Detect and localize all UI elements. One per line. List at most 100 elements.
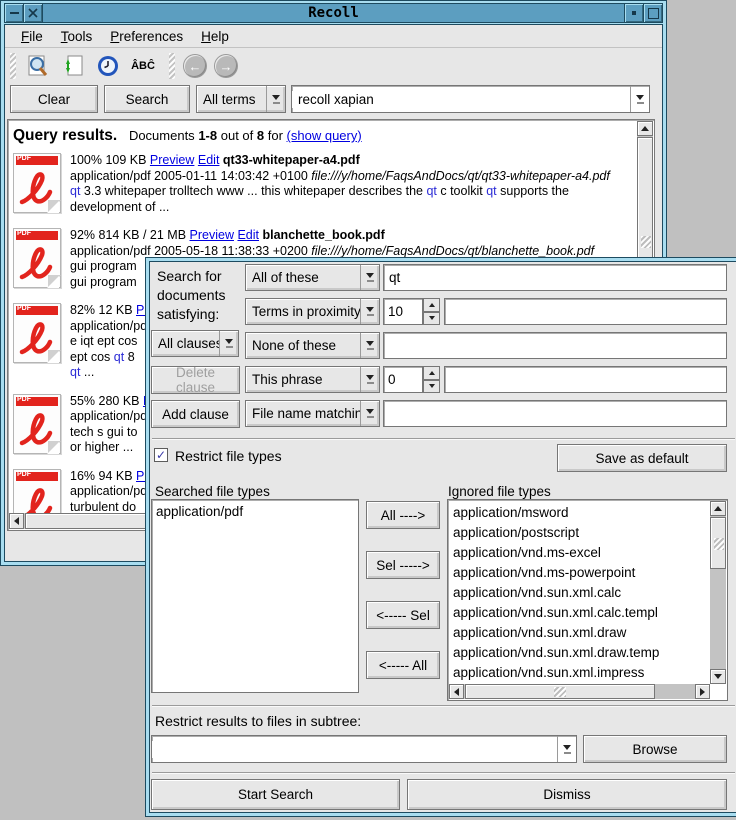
clause-value-4[interactable] [444, 366, 727, 393]
clause-value-2[interactable] [444, 298, 727, 325]
scroll-up-button[interactable] [710, 501, 726, 516]
restrict-filetypes-label[interactable]: Restrict file types [175, 448, 282, 464]
result-link[interactable]: Edit [198, 153, 220, 167]
ignored-filetypes-list[interactable]: application/mswordapplication/postscript… [447, 499, 728, 701]
ignored-hscrollbar[interactable] [449, 684, 710, 699]
clause-value-1[interactable] [383, 264, 727, 291]
page-fold [48, 350, 61, 363]
menu-bar: File Tools Preferences Help [5, 25, 662, 48]
spin-up-icon[interactable] [423, 298, 440, 312]
advanced-search-icon[interactable] [25, 53, 51, 79]
result-text: file:///y/home/FaqsAndDocs/qt/blanchette… [311, 244, 594, 258]
pdf-file-icon: PDF [13, 153, 61, 213]
searched-filetypes-list[interactable]: application/pdf [151, 499, 359, 693]
pdf-file-icon: PDF [13, 469, 61, 514]
clause-type-combo-1[interactable]: All of these [245, 264, 380, 291]
menu-file[interactable]: File [13, 27, 51, 46]
history-clock-icon[interactable] [95, 53, 121, 79]
list-item[interactable]: application/vnd.sun.xml.impress [449, 663, 710, 683]
separator [152, 772, 735, 774]
clause-type-combo-3[interactable]: None of these [245, 332, 380, 359]
chevron-down-icon [219, 331, 238, 356]
move-sel-left-button[interactable]: <----- Sel [366, 601, 440, 629]
clause-type-combo-4[interactable]: This phrase [245, 366, 380, 393]
ignored-filetypes-label: Ignored file types [448, 484, 551, 499]
move-all-right-button[interactable]: All ----> [366, 501, 440, 529]
list-item[interactable]: application/postscript [449, 523, 710, 543]
results-title: Query results. [13, 127, 117, 144]
clear-button[interactable]: Clear [10, 85, 98, 113]
move-all-left-button[interactable]: <----- All [366, 651, 440, 679]
proximity-spinner[interactable] [383, 298, 440, 325]
result-text-block: 100% 109 KB Preview Edit qt33-whitepaper… [70, 153, 610, 215]
save-as-default-button[interactable]: Save as default [557, 444, 727, 472]
add-clause-button[interactable]: Add clause [151, 400, 240, 428]
results-range: 1-8 [198, 128, 217, 143]
list-item[interactable]: application/pdf [152, 502, 358, 522]
clause-value-5[interactable] [383, 400, 727, 427]
chevron-down-icon [360, 265, 379, 290]
main-titlebar[interactable]: Recoll [4, 3, 663, 23]
restrict-filetypes-checkbox[interactable]: ✓ [154, 448, 168, 462]
window-menu-button[interactable] [5, 4, 24, 22]
result-text: qt [70, 365, 80, 379]
result-text: qt [70, 184, 80, 198]
ignored-vscrollbar[interactable] [710, 501, 726, 684]
search-button[interactable]: Search [104, 85, 190, 113]
result-text: qt [486, 184, 496, 198]
spin-down-icon[interactable] [423, 312, 440, 326]
back-icon[interactable]: ← [184, 55, 206, 77]
list-item[interactable]: application/vnd.sun.xml.draw [449, 623, 710, 643]
subtree-combo[interactable] [151, 735, 577, 763]
menu-help[interactable]: Help [193, 27, 237, 46]
scroll-right-button[interactable] [695, 684, 710, 699]
scroll-left-button[interactable] [449, 684, 464, 699]
proximity-value[interactable] [383, 298, 423, 325]
list-item[interactable]: application/vnd.ms-excel [449, 543, 710, 563]
result-text: gui program [70, 259, 137, 273]
move-sel-right-button[interactable]: Sel -----> [366, 551, 440, 579]
result-link[interactable]: Preview [150, 153, 194, 167]
browse-button[interactable]: Browse [583, 735, 727, 763]
list-item[interactable]: application/vnd.sun.xml.calc [449, 583, 710, 603]
dismiss-button[interactable]: Dismiss [407, 779, 727, 810]
iconify-button[interactable] [624, 4, 643, 22]
query-input[interactable] [292, 91, 630, 108]
phrase-slack-spinner[interactable] [383, 366, 440, 393]
result-link[interactable]: Edit [237, 228, 259, 242]
list-item[interactable]: application/msword [449, 503, 710, 523]
clause-type-combo-5[interactable]: File name matching [245, 400, 380, 427]
scroll-up-button[interactable] [637, 121, 653, 136]
result-row: PDF 100% 109 KB Preview Edit qt33-whitep… [13, 153, 637, 215]
sort-params-icon[interactable] [60, 53, 86, 79]
phrase-slack-value[interactable] [383, 366, 423, 393]
clause-value-3[interactable] [383, 332, 727, 359]
scroll-slider[interactable] [465, 684, 655, 699]
menu-preferences[interactable]: Preferences [102, 27, 191, 46]
toolbar-separator [169, 53, 175, 79]
forward-icon[interactable]: → [215, 55, 237, 77]
spin-up-icon[interactable] [423, 366, 440, 380]
scroll-down-button[interactable] [710, 669, 726, 684]
toolbar-handle[interactable] [10, 53, 16, 79]
menu-tools[interactable]: Tools [53, 27, 101, 46]
spin-down-icon[interactable] [423, 380, 440, 394]
term-explorer-abc-icon[interactable]: ÂBĈ [130, 53, 156, 79]
dot-icon [632, 11, 636, 15]
conjunct-combo[interactable]: All clauses [151, 330, 239, 357]
subtree-input[interactable] [152, 741, 557, 758]
start-search-button[interactable]: Start Search [151, 779, 400, 810]
query-combo[interactable] [291, 85, 650, 113]
close-button[interactable] [24, 4, 43, 22]
list-item[interactable]: application/vnd.sun.xml.calc.templ [449, 603, 710, 623]
clause-type-combo-2[interactable]: Terms in proximity [245, 298, 380, 325]
delete-clause-button[interactable]: Delete clause [151, 366, 240, 394]
list-item[interactable]: application/vnd.ms-powerpoint [449, 563, 710, 583]
list-item[interactable]: application/vnd.sun.xml.draw.temp [449, 643, 710, 663]
scroll-left-button[interactable] [9, 513, 24, 529]
result-link[interactable]: Preview [190, 228, 234, 242]
search-mode-combo[interactable]: All terms [196, 85, 286, 113]
scroll-slider[interactable] [710, 517, 726, 569]
maximize-button[interactable] [643, 4, 662, 22]
show-query-link[interactable]: (show query) [287, 128, 362, 143]
